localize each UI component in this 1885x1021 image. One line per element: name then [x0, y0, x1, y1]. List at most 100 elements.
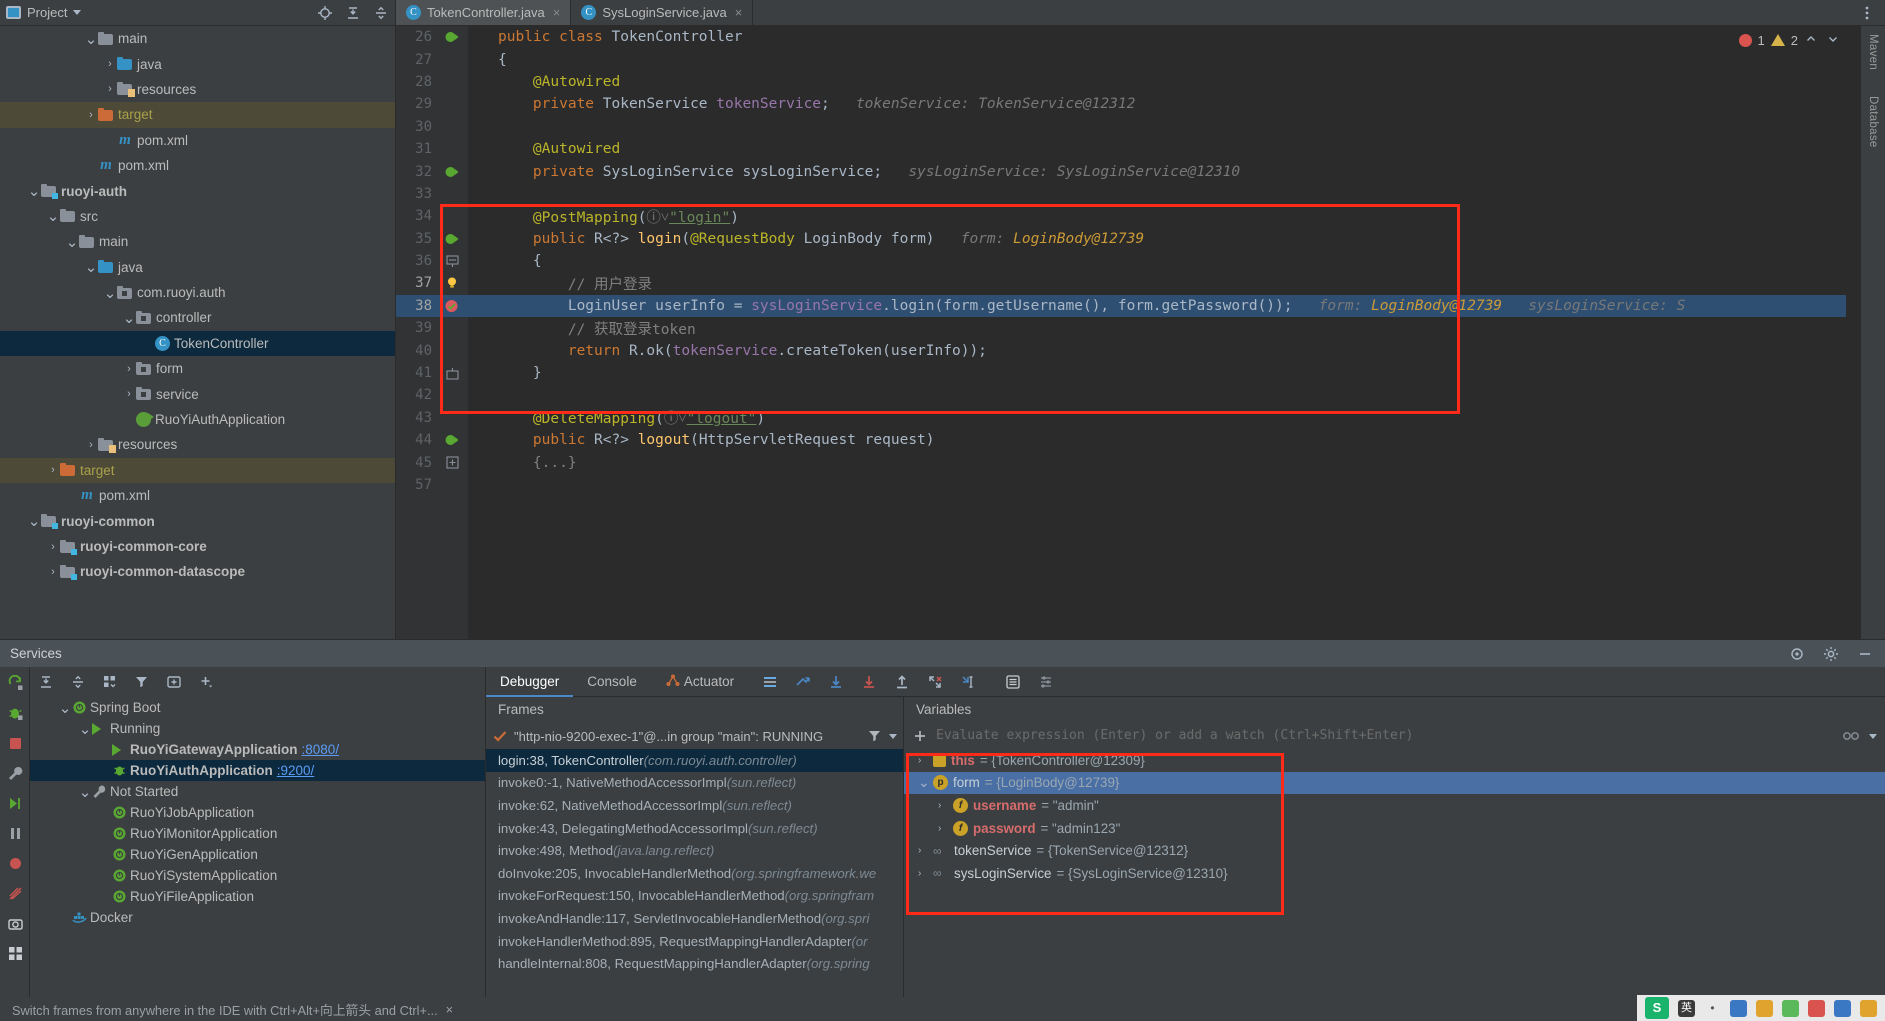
chevron-down-icon[interactable]: ⌄: [27, 182, 41, 200]
settings-wrench-icon[interactable]: [7, 765, 23, 781]
frame-row[interactable]: login:38, TokenController (com.ruoyi.aut…: [486, 749, 903, 772]
variable-row-this[interactable]: › this = {TokenController@12309}: [904, 749, 1885, 772]
chevron-right-icon[interactable]: ›: [918, 755, 928, 766]
step-over-icon[interactable]: [828, 674, 844, 690]
chevron-down-icon[interactable]: [1826, 32, 1842, 48]
debug-icon[interactable]: [7, 705, 23, 721]
chevron-down-icon[interactable]: ⌄: [84, 258, 98, 276]
group-icon[interactable]: [102, 674, 118, 690]
editor-tab-sysloginservice[interactable]: C SysLoginService.java ×: [571, 0, 754, 25]
thread-selector[interactable]: "http-nio-9200-exec-1"@...in group "main…: [486, 723, 903, 749]
service-item-not-started[interactable]: ⌄ Not Started: [30, 781, 485, 802]
code-line-26[interactable]: 26 public class TokenController: [396, 26, 1860, 48]
chevron-right-icon[interactable]: ›: [103, 83, 117, 95]
code-line-35[interactable]: 35 public R<?> login(@RequestBody LoginB…: [396, 228, 1860, 250]
layout-icon[interactable]: [762, 674, 778, 690]
frame-row[interactable]: invoke:62, NativeMethodAccessorImpl (sun…: [486, 794, 903, 817]
add-watch-icon[interactable]: [912, 728, 928, 744]
frames-list[interactable]: login:38, TokenController (com.ruoyi.aut…: [486, 749, 903, 999]
tree-item-pom-xml[interactable]: m pom.xml: [0, 128, 395, 153]
code-line-41[interactable]: 41 }: [396, 362, 1860, 384]
variables-list[interactable]: › this = {TokenController@12309} ⌄ p form = {L…: [904, 749, 1885, 885]
tab-console[interactable]: Console: [573, 667, 651, 697]
service-item-ruoyisystemapplication[interactable]: RuoYiSystemApplication: [30, 865, 485, 886]
service-item-ruoyijobapplication[interactable]: RuoYiJobApplication: [30, 802, 485, 823]
chevron-right-icon[interactable]: ›: [46, 541, 60, 553]
close-icon[interactable]: ×: [735, 5, 743, 20]
emoji-icon[interactable]: •: [1704, 999, 1721, 1017]
code-line-32[interactable]: 32 private SysLoginService sysLoginServi…: [396, 160, 1860, 182]
chevron-down-icon[interactable]: ⌄: [58, 699, 72, 717]
tree-item-com-ruoyi-auth[interactable]: ⌄ com.ruoyi.auth: [0, 280, 395, 305]
chevron-down-icon[interactable]: ⌄: [65, 233, 79, 251]
apps-icon[interactable]: [1834, 999, 1851, 1017]
code-line-31[interactable]: 31 @Autowired: [396, 138, 1860, 160]
service-port-link[interactable]: :8080/: [302, 742, 340, 757]
step-icon[interactable]: [7, 795, 23, 811]
fold-end-icon[interactable]: [436, 367, 468, 380]
editor-tab-tokencontroller[interactable]: C TokenController.java ×: [396, 0, 572, 25]
frame-row[interactable]: invoke:43, DelegatingMethodAccessorImpl …: [486, 817, 903, 840]
notification-icon[interactable]: [1860, 999, 1877, 1017]
stop-icon[interactable]: [7, 735, 23, 751]
breakpoint-icon[interactable]: [436, 298, 468, 314]
rerun-icon[interactable]: [7, 674, 23, 691]
frame-row[interactable]: invoke0:-1, NativeMethodAccessorImpl (su…: [486, 772, 903, 795]
chevron-right-icon[interactable]: ›: [84, 439, 98, 451]
more-options-icon[interactable]: [1859, 5, 1875, 21]
code-line-37[interactable]: 37 // 用户登录: [396, 272, 1860, 294]
add-icon[interactable]: [198, 674, 214, 690]
code-line-38[interactable]: 38 LoginUser userInfo = sysLoginService.…: [396, 294, 1860, 318]
frame-row[interactable]: invokeAndHandle:117, ServletInvocableHan…: [486, 907, 903, 930]
gear-icon[interactable]: [1823, 646, 1839, 662]
variable-row-tokenservice[interactable]: › ∞ tokenService = {TokenService@12312}: [904, 839, 1885, 862]
frame-row[interactable]: invokeForRequest:150, InvocableHandlerMe…: [486, 885, 903, 908]
tree-item-service[interactable]: › service: [0, 381, 395, 406]
evaluate-expression-input[interactable]: Evaluate expression (Enter) or add a wat…: [936, 725, 1833, 747]
code-line-42[interactable]: 42: [396, 384, 1860, 406]
code-line-33[interactable]: 33: [396, 183, 1860, 205]
tree-item-main[interactable]: ⌄ main: [0, 229, 395, 254]
code-line-40[interactable]: 40 return R.ok(tokenService.createToken(…: [396, 339, 1860, 361]
chevron-right-icon[interactable]: ›: [84, 109, 98, 121]
tree-item-ruoyi-common[interactable]: ⌄ ruoyi-common: [0, 508, 395, 533]
chevron-right-icon[interactable]: ›: [122, 363, 136, 375]
service-item-ruoyigatewayapplication[interactable]: RuoYiGatewayApplication :8080/: [30, 739, 485, 760]
code-line-44[interactable]: 44 public R<?> logout(HttpServletRequest…: [396, 429, 1860, 451]
editor-scrollbar[interactable]: [1846, 26, 1860, 639]
collapse-all-icon[interactable]: [373, 5, 389, 21]
chevron-down-icon[interactable]: ⌄: [46, 207, 60, 225]
code-line-57[interactable]: 57: [396, 474, 1860, 496]
tree-item-java[interactable]: ⌄ java: [0, 255, 395, 280]
chevron-right-icon[interactable]: ›: [918, 868, 928, 879]
code-line-39[interactable]: 39 // 获取登录token: [396, 317, 1860, 339]
chevron-down-icon[interactable]: ⌄: [27, 512, 41, 530]
tree-item-main[interactable]: ⌄ main: [0, 26, 395, 51]
dropdown-icon[interactable]: [1869, 733, 1877, 739]
service-item-ruoyimonitorapplication[interactable]: RuoYiMonitorApplication: [30, 823, 485, 844]
tree-item-pom-xml[interactable]: m pom.xml: [0, 153, 395, 178]
code-line-43[interactable]: 43 @DeleteMapping(ⓘ˅"logout"): [396, 407, 1860, 429]
fold-start-icon[interactable]: [436, 255, 468, 268]
chevron-down-icon[interactable]: ⌄: [78, 720, 92, 738]
settings-icon[interactable]: [1808, 999, 1825, 1017]
tree-item-pom-xml[interactable]: m pom.xml: [0, 483, 395, 508]
intention-bulb-icon[interactable]: [436, 275, 468, 291]
tree-item-src[interactable]: ⌄ src: [0, 204, 395, 229]
chevron-down-icon[interactable]: ⌄: [918, 774, 930, 791]
chevron-right-icon[interactable]: ›: [122, 388, 136, 400]
collapse-all-icon[interactable]: [70, 674, 86, 690]
drop-frame-icon[interactable]: [927, 674, 943, 690]
tree-item-java[interactable]: › java: [0, 51, 395, 76]
frame-row[interactable]: handleInternal:808, RequestMappingHandle…: [486, 952, 903, 975]
inspection-status[interactable]: 1 2: [1738, 32, 1842, 48]
filter-icon[interactable]: [867, 728, 883, 744]
spring-bean-gutter-icon[interactable]: [436, 29, 468, 45]
tab-actuator[interactable]: Actuator: [651, 667, 748, 697]
add-tab-icon[interactable]: [166, 674, 182, 690]
spring-bean-gutter-icon[interactable]: [436, 432, 468, 448]
tree-item-ruoyiauthapplication[interactable]: RuoYiAuthApplication: [0, 407, 395, 432]
frame-row[interactable]: invokeHandlerMethod:895, RequestMappingH…: [486, 930, 903, 953]
code-lines[interactable]: 26 public class TokenController 27 {28 @Aut…: [396, 26, 1860, 639]
profile-icon[interactable]: [7, 855, 23, 871]
